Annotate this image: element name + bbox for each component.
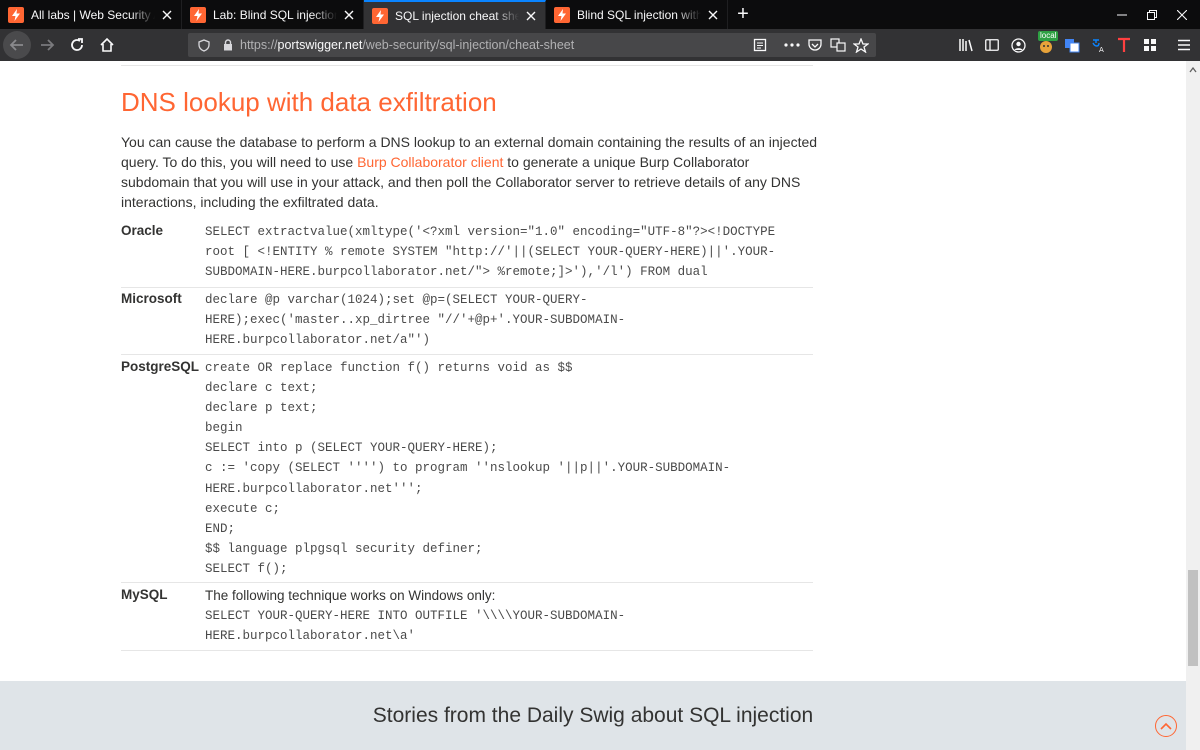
code-snippet: create OR replace function f() returns v… (205, 361, 731, 576)
window-close-icon[interactable] (1164, 0, 1200, 29)
url-path: /web-security/sql-injection/cheat-sheet (362, 38, 575, 52)
svg-text:A: A (1099, 46, 1104, 53)
tab-bar: All labs | Web Security Academy Lab: Bli… (0, 0, 1200, 29)
library-icon[interactable] (954, 33, 978, 57)
chevron-up-icon (1160, 722, 1172, 730)
page-content: DNS lookup with data exfiltration You ca… (0, 61, 1186, 750)
scroll-up-icon[interactable] (1189, 67, 1197, 73)
portswigger-favicon-icon (554, 6, 570, 23)
extension-translate-icon[interactable] (1060, 33, 1084, 57)
close-icon[interactable] (705, 7, 721, 23)
lock-icon[interactable] (220, 35, 236, 55)
translate-icon[interactable] (826, 33, 850, 57)
db-name: PostgreSQL (121, 359, 200, 374)
divider (121, 65, 813, 66)
extension-grid-icon[interactable] (1138, 33, 1162, 57)
daily-swig-heading: Stories from the Daily Swig about SQL in… (372, 704, 814, 727)
reader-view-icon[interactable] (748, 33, 772, 57)
sidebar-icon[interactable] (980, 33, 1004, 57)
code-snippet: declare @p varchar(1024);set @p=(SELECT … (205, 293, 626, 348)
local-badge: local (1038, 31, 1059, 41)
intro-paragraph: You can cause the database to perform a … (121, 132, 821, 212)
tab-title: SQL injection cheat sheet | Web Security… (395, 8, 519, 23)
url-host: portswigger.net (277, 38, 363, 52)
forward-arrow-icon[interactable] (33, 31, 61, 59)
code-snippet: SELECT extractvalue(xmltype('<?xml versi… (205, 225, 776, 280)
close-icon[interactable] (523, 8, 539, 24)
url-bar[interactable]: https://portswigger.net/web-security/sql… (188, 33, 876, 57)
close-icon[interactable] (341, 7, 357, 23)
hamburger-menu-icon[interactable] (1172, 33, 1196, 57)
home-icon[interactable] (93, 31, 121, 59)
tab-all-labs[interactable]: All labs | Web Security Academy (0, 0, 182, 29)
table-row-postgresql: PostgreSQL create OR replace function f(… (121, 357, 813, 583)
tab-title: All labs | Web Security Academy (31, 7, 155, 22)
section-title: DNS lookup with data exfiltration (121, 87, 497, 117)
page-actions-icon[interactable] (780, 33, 804, 57)
url-text[interactable]: https://portswigger.net/web-security/sql… (240, 38, 574, 52)
code-snippet: SELECT YOUR-QUERY-HERE INTO OUTFILE '\\\… (205, 609, 626, 644)
url-scheme: https:// (240, 38, 278, 52)
db-name: MySQL (121, 587, 168, 602)
tab-title: Blind SQL injection with out-of-band dat… (577, 7, 701, 22)
account-icon[interactable] (1006, 33, 1030, 57)
shield-icon[interactable] (194, 35, 214, 55)
bookmark-star-icon[interactable] (849, 33, 873, 57)
extension-language-icon[interactable]: A (1086, 33, 1110, 57)
tab-sqli-cheat-sheet[interactable]: SQL injection cheat sheet | Web Security… (364, 0, 546, 29)
page-scrollbar[interactable] (1186, 61, 1200, 750)
scrollbar-thumb[interactable] (1188, 570, 1198, 666)
mysql-cell: The following technique works on Windows… (205, 586, 815, 646)
new-tab-button[interactable]: + (728, 0, 758, 29)
close-icon[interactable] (159, 7, 175, 23)
extension-t-icon[interactable] (1112, 33, 1136, 57)
portswigger-favicon-icon (8, 6, 24, 23)
reload-icon[interactable] (63, 31, 91, 59)
table-row-oracle: Oracle SELECT extractvalue(xmltype('<?xm… (121, 221, 813, 288)
windows-note: The following technique works on Windows… (205, 588, 496, 603)
tab-lab-blind-sqli[interactable]: Lab: Blind SQL injection with out-of-ban… (182, 0, 364, 29)
pocket-icon[interactable] (803, 33, 827, 57)
back-to-top-button[interactable] (1155, 715, 1177, 737)
back-arrow-icon[interactable] (3, 31, 31, 59)
table-row-mysql: MySQL The following technique works on W… (121, 585, 813, 651)
portswigger-favicon-icon (190, 6, 206, 23)
tab-title: Lab: Blind SQL injection with out-of-ban… (213, 7, 337, 22)
tab-blind-sqli-oob[interactable]: Blind SQL injection with out-of-band dat… (546, 0, 728, 29)
db-name: Microsoft (121, 291, 182, 306)
burp-collaborator-client-link[interactable]: Burp Collaborator client (357, 154, 503, 170)
table-row-microsoft: Microsoft declare @p varchar(1024);set @… (121, 289, 813, 355)
extension-local-icon[interactable]: local (1034, 31, 1059, 57)
portswigger-favicon-icon (372, 7, 388, 24)
db-name: Oracle (121, 223, 164, 238)
